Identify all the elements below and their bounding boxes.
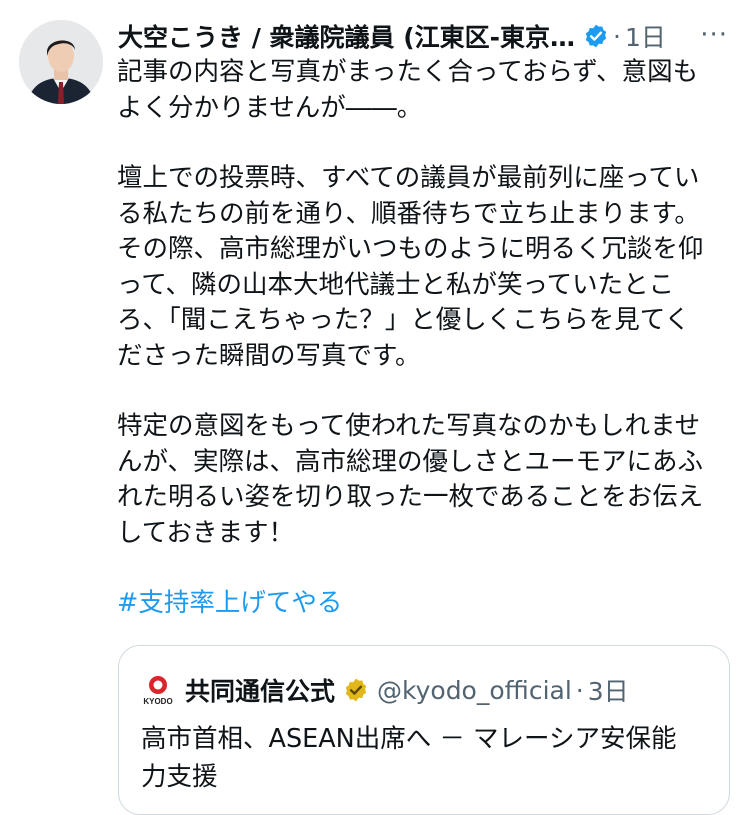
hashtag-link[interactable]: #支持率上げてやる xyxy=(117,588,342,618)
post-paragraph: 記事の内容と写真がまったく合っておらず、意図も よく分かりませんが――。 xyxy=(117,57,699,123)
quoted-handle[interactable]: @kyodo_official xyxy=(377,676,572,705)
svg-text:KYODO: KYODO xyxy=(143,697,172,706)
verified-badge-icon[interactable] xyxy=(583,23,609,49)
quoted-author-name[interactable]: 共同通信公式 xyxy=(185,672,335,708)
time-separator: · xyxy=(613,21,621,51)
post-paragraph: 特定の意図をもって使われた写真なのかもしれませ んが、実際は、高市総理の優しさと… xyxy=(117,411,704,548)
quoted-post-text: 高市首相、ASEAN出席へ － マレーシア安保能 力支援 xyxy=(141,724,677,792)
more-icon[interactable]: ··· xyxy=(700,20,728,50)
profile-photo xyxy=(19,20,103,104)
avatar[interactable] xyxy=(19,20,103,104)
gold-check-icon[interactable] xyxy=(343,677,369,703)
post-body: 記事の内容と写真がまったく合っておらず、意図も よく分かりませんが――。 壇上で… xyxy=(117,55,729,622)
author-name[interactable]: 大空こうき / 衆議院議員 (江東区-東京… xyxy=(118,18,575,54)
kyodo-logo: KYODO xyxy=(141,673,175,707)
quoted-time[interactable]: 3日 xyxy=(588,672,629,708)
quoted-post-header: KYODO 共同通信公式 @kyodo_official · 3日 xyxy=(141,672,629,708)
post-time[interactable]: 1日 xyxy=(625,18,666,54)
post-paragraph: 壇上での投票時、すべての議員が最前列に座ってい る私たちの前を通り、順番待ちで立… xyxy=(117,163,704,371)
post-header: 大空こうき / 衆議院議員 (江東区-東京… · 1日 ··· xyxy=(118,16,728,56)
quoted-post[interactable]: KYODO 共同通信公式 @kyodo_official · 3日 高市首相、A… xyxy=(118,645,730,815)
time-separator: · xyxy=(575,675,584,705)
